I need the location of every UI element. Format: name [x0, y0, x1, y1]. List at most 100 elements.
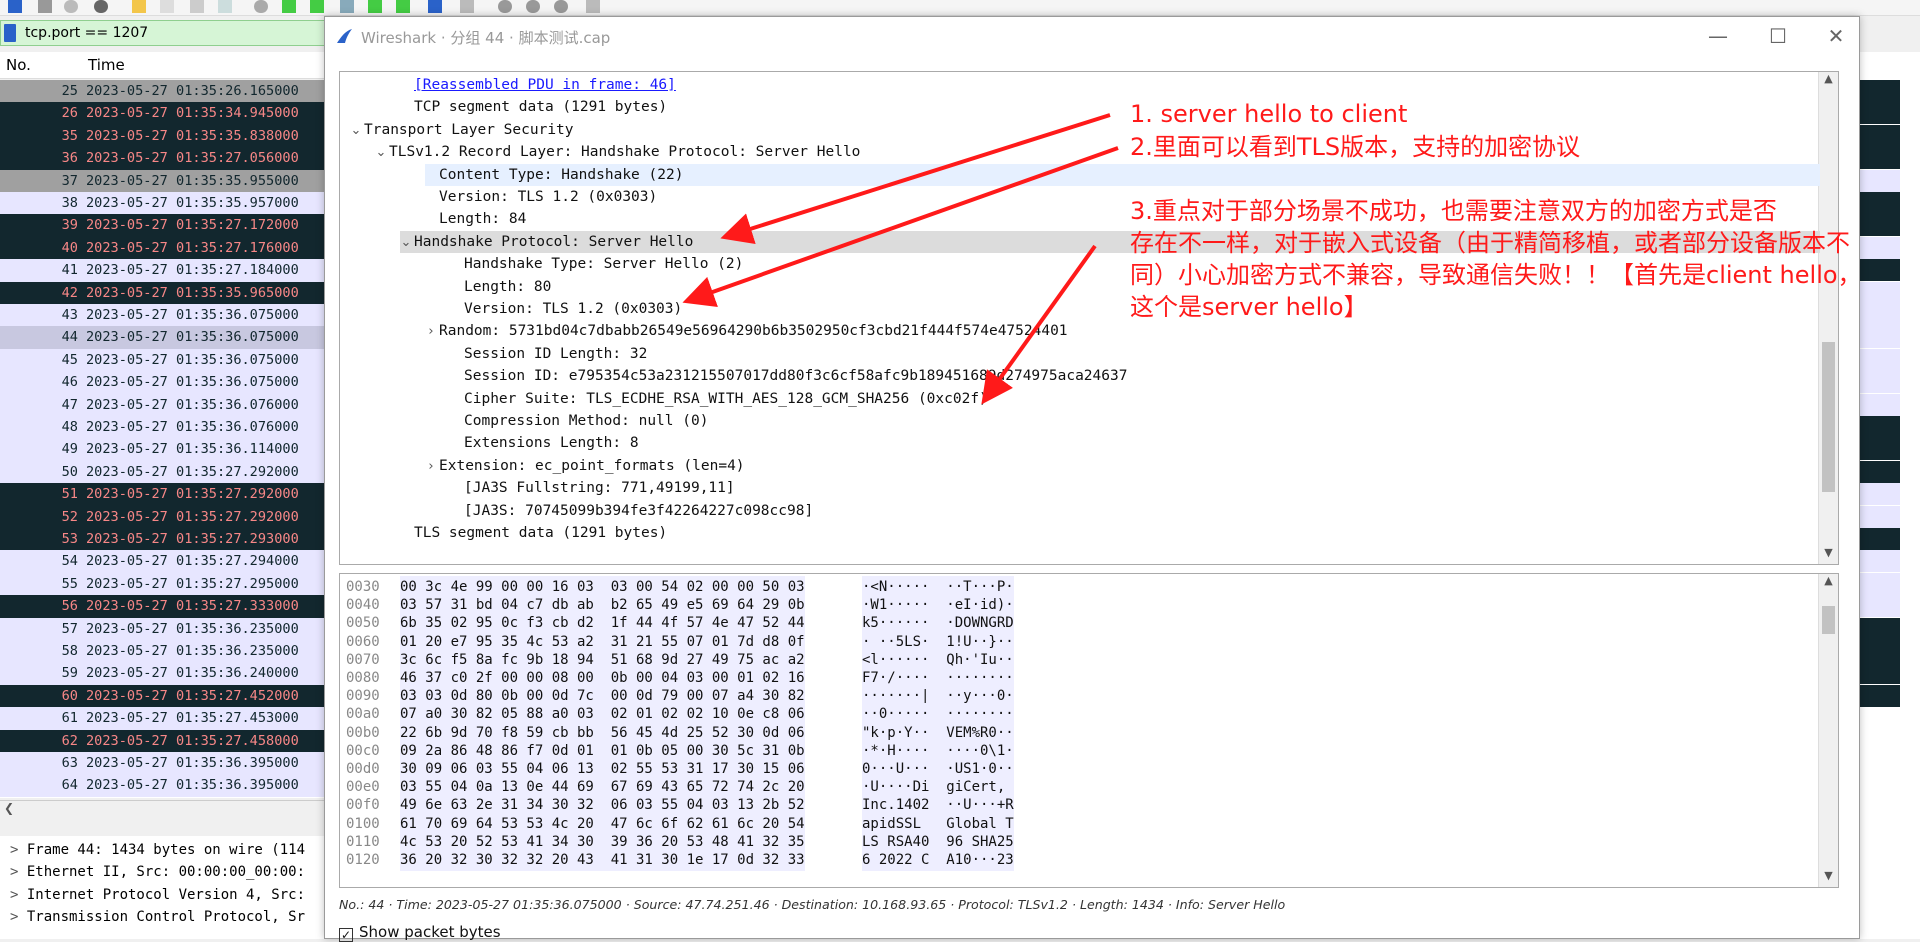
tree-item[interactable]: TCP segment data (1291 bytes)	[398, 96, 667, 118]
column-no[interactable]: No.	[6, 56, 31, 74]
packet-row[interactable]: 53 2023-05-27 01:35:27.293000	[0, 528, 325, 551]
packet-row-fragment[interactable]	[1860, 169, 1900, 192]
show-packet-bytes-checkbox[interactable]: ✓ Show packet bytes	[339, 923, 501, 942]
packet-row-fragment[interactable]	[1860, 550, 1900, 573]
packet-row[interactable]: 46 2023-05-27 01:35:36.075000	[0, 371, 325, 394]
packet-row-fragment[interactable]	[1860, 371, 1900, 394]
tree-item[interactable]: ⌄ Handshake Protocol: Server Hello	[398, 231, 694, 253]
tree-item[interactable]: Session ID: e795354c53a231215507017dd80f…	[448, 365, 1127, 387]
tree-item[interactable]: TLS segment data (1291 bytes)	[398, 522, 667, 544]
options-icon[interactable]	[94, 0, 108, 13]
packet-row[interactable]: 35 2023-05-27 01:35:35.838000	[0, 124, 325, 148]
autoscroll-icon[interactable]	[428, 0, 442, 13]
tree-vertical-scrollbar[interactable]: ▲ ▼	[1818, 72, 1838, 564]
tree-item[interactable]: Content Type: Handshake (22)	[423, 164, 683, 186]
packet-row[interactable]: 38 2023-05-27 01:35:35.957000	[0, 192, 325, 215]
expand-chevron-icon[interactable]: >	[10, 842, 27, 858]
tree-item[interactable]: Length: 84	[423, 208, 526, 230]
scroll-thumb[interactable]	[1822, 606, 1835, 634]
packet-row[interactable]: 54 2023-05-27 01:35:27.294000	[0, 550, 325, 573]
packet-row-fragment[interactable]	[1860, 192, 1900, 214]
packet-row-fragment[interactable]	[1860, 102, 1900, 125]
packet-list[interactable]: 25 2023-05-27 01:35:26.165000 26 2023-05-27…	[0, 80, 325, 798]
display-filter-bar[interactable]: tcp.port == 1207	[0, 20, 325, 46]
shark-fin-icon[interactable]	[8, 0, 22, 13]
packet-row-fragment[interactable]	[1860, 438, 1900, 461]
tree-item[interactable]: Session ID Length: 32	[448, 343, 647, 365]
go-to-icon[interactable]	[340, 0, 354, 13]
tree-item[interactable]: Extensions Length: 8	[448, 432, 639, 454]
find-icon[interactable]	[254, 0, 268, 13]
packet-bytes-pane[interactable]: ▲ ▼ 0030 00 3c 4e 99 00 00 16 03 03 00 54…	[339, 573, 1839, 888]
packet-row-fragment[interactable]	[1860, 416, 1900, 438]
save-file-icon[interactable]	[160, 0, 174, 13]
first-packet-icon[interactable]	[368, 0, 382, 13]
tree-item[interactable]: Version: TLS 1.2 (0x0303)	[423, 186, 657, 208]
scroll-down-icon[interactable]: ▼	[1819, 546, 1838, 564]
resize-columns-icon[interactable]	[586, 0, 600, 13]
packet-row-fragment[interactable]	[1860, 640, 1900, 662]
close-file-icon[interactable]	[190, 0, 204, 13]
tree-item[interactable]: › Random: 5731bd04c7dbabb26549e56964290b6…	[423, 320, 1067, 342]
packet-row[interactable]: 61 2023-05-27 01:35:27.453000	[0, 707, 325, 730]
minimize-button[interactable]: —	[1703, 21, 1733, 51]
reassembled-pdu-link[interactable]: [Reassembled PDU in frame: 46]	[414, 77, 676, 93]
collapse-chevron-icon[interactable]: ⌄	[373, 142, 389, 164]
packet-row[interactable]: 62 2023-05-27 01:35:27.458000	[0, 729, 325, 752]
packet-row-fragment[interactable]	[1860, 684, 1900, 707]
back-arrow-icon[interactable]	[282, 0, 296, 13]
tree-item[interactable]: › Extension: ec_point_formats (len=4)	[423, 455, 744, 478]
bytes-ascii[interactable]: 6 2022 C A10···23	[862, 849, 1014, 872]
tree-item[interactable]: Compression Method: null (0)	[448, 410, 708, 432]
packet-row[interactable]: 64 2023-05-27 01:35:36.395000	[0, 774, 325, 797]
bytes-hex[interactable]: 36 20 32 30 32 32 20 43 41 31 30 1e 17 0…	[400, 849, 805, 872]
packet-row[interactable]: 40 2023-05-27 01:35:27.176000	[0, 236, 325, 260]
packet-row-fragment[interactable]	[1860, 460, 1900, 483]
packet-row[interactable]: 59 2023-05-27 01:35:36.240000	[0, 662, 325, 685]
tree-item[interactable]: ⌄ TLSv1.2 Record Layer: Handshake Protoco…	[373, 141, 861, 164]
packet-row[interactable]: 47 2023-05-27 01:35:36.076000	[0, 393, 325, 416]
packet-row-fragment[interactable]	[1860, 528, 1900, 550]
zoom-out-icon[interactable]	[526, 0, 540, 13]
maximize-button[interactable]: ☐	[1763, 21, 1793, 51]
packet-row-fragment[interactable]	[1860, 281, 1900, 304]
tree-item[interactable]: Cipher Suite: TLS_ECDHE_RSA_WITH_AES_128…	[448, 388, 988, 410]
packet-row-fragment[interactable]	[1860, 348, 1900, 371]
packet-row[interactable]: 48 2023-05-27 01:35:36.076000	[0, 416, 325, 439]
scroll-left-icon[interactable]: ❮	[4, 801, 14, 815]
packet-row[interactable]: 25 2023-05-27 01:35:26.165000	[0, 80, 325, 103]
restart-capture-icon[interactable]	[64, 0, 78, 13]
detail-tree-item[interactable]: > Frame 44: 1434 bytes on wire (114	[10, 842, 305, 858]
packet-row-fragment[interactable]	[1860, 214, 1900, 237]
reload-icon[interactable]	[218, 0, 232, 13]
scroll-down-icon[interactable]: ▼	[1819, 869, 1838, 887]
packet-row[interactable]: 36 2023-05-27 01:35:27.056000	[0, 147, 325, 170]
packet-row-fragment[interactable]	[1860, 505, 1900, 528]
packet-row[interactable]: 39 2023-05-27 01:35:27.172000	[0, 214, 325, 237]
packet-row[interactable]: 63 2023-05-27 01:35:36.395000	[0, 752, 325, 775]
bookmark-icon[interactable]	[4, 24, 16, 42]
column-time[interactable]: Time	[88, 56, 125, 74]
packet-row[interactable]: 43 2023-05-27 01:35:36.075000	[0, 304, 325, 327]
tree-item[interactable]: ⌄ Transport Layer Security	[348, 119, 574, 141]
scroll-thumb[interactable]	[1822, 342, 1835, 492]
expand-chevron-icon[interactable]: >	[10, 909, 27, 925]
expand-chevron-icon[interactable]: >	[10, 864, 27, 880]
expand-chevron-icon[interactable]: ›	[423, 456, 439, 478]
packet-row-fragment[interactable]	[1860, 595, 1900, 618]
packet-row-fragment[interactable]	[1860, 236, 1900, 259]
packet-row-fragment[interactable]	[1860, 304, 1900, 326]
detail-tree-item[interactable]: > Internet Protocol Version 4, Src:	[10, 887, 305, 903]
stop-capture-icon[interactable]	[38, 0, 52, 13]
packet-row-fragment[interactable]	[1860, 662, 1900, 685]
packet-row[interactable]: 60 2023-05-27 01:35:27.452000	[0, 684, 325, 708]
scroll-up-icon[interactable]: ▲	[1819, 574, 1838, 592]
packet-row[interactable]: 37 2023-05-27 01:35:35.955000	[0, 169, 325, 192]
scroll-up-icon[interactable]: ▲	[1819, 72, 1838, 90]
expand-chevron-icon[interactable]: >	[10, 887, 27, 903]
packet-row[interactable]: 50 2023-05-27 01:35:27.292000	[0, 460, 325, 484]
tree-item[interactable]: Length: 80	[448, 276, 551, 298]
packet-row[interactable]: 42 2023-05-27 01:35:35.965000	[0, 281, 325, 304]
packet-row[interactable]: 55 2023-05-27 01:35:27.295000	[0, 572, 325, 596]
dialog-titlebar[interactable]: Wireshark · 分组 44 · 脚本测试.cap — ☐ ✕	[325, 17, 1859, 55]
